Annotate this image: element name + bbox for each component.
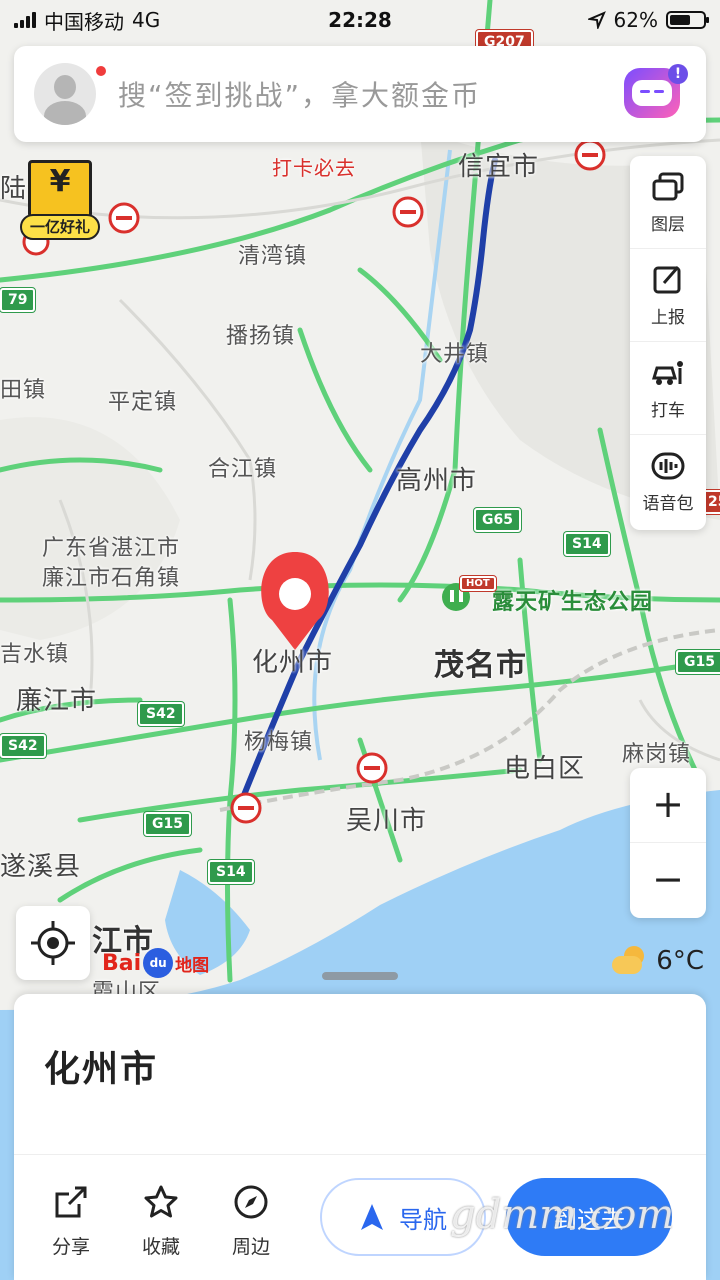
map-label: 廉江市石角镇 (42, 566, 181, 591)
layers-label: 图层 (651, 214, 685, 235)
favorite-button[interactable]: 收藏 (126, 1184, 196, 1259)
star-icon (144, 1185, 178, 1218)
battery-icon (666, 11, 709, 29)
layers-button[interactable]: 图层 (630, 156, 706, 249)
map-label: 广东省湛江市 (42, 536, 181, 561)
share-label: 分享 (51, 1236, 90, 1258)
road-shield: 79 (0, 288, 36, 312)
report-button[interactable]: 上报 (630, 249, 706, 342)
divider (14, 1154, 706, 1155)
map-label-selected: 化州市 (252, 648, 334, 678)
map-label: 大井镇 (420, 342, 490, 367)
map-label-hot-spot: 打卡必去 (272, 156, 356, 180)
compass-icon (234, 1185, 268, 1219)
map-label: 合江镇 (208, 457, 278, 482)
layers-icon (652, 172, 684, 200)
map-label: 茂名市 (434, 648, 527, 683)
temperature: 6°C (656, 946, 704, 976)
search-bar[interactable]: 搜“签到挑战”，拿大额金币 ! (14, 46, 706, 142)
partly-cloudy-icon (612, 946, 648, 976)
notification-dot (94, 64, 108, 78)
voice-pack-button[interactable]: 语音包 (630, 435, 706, 528)
map-label: 遂溪县 (0, 852, 82, 882)
map-label: 信宜市 (458, 152, 540, 182)
share-button[interactable]: 分享 (36, 1184, 106, 1259)
nearby-label: 周边 (231, 1236, 270, 1258)
report-label: 上报 (651, 307, 685, 328)
map-label: 高州市 (396, 466, 478, 496)
hot-badge: HOT (460, 576, 496, 591)
taxi-button[interactable]: 打车 (630, 342, 706, 435)
road-shield: G15 (676, 650, 720, 674)
road-shield: G65 (474, 508, 521, 532)
status-bar: 中国移动 4G 22:28 62% (0, 0, 720, 40)
watermark: gdmm.com (450, 1192, 675, 1238)
road-shield: S42 (0, 734, 46, 758)
map-label: 清湾镇 (238, 244, 308, 269)
map-toolbar: 图层 上报 打车 语音包 (630, 156, 706, 530)
report-icon (653, 265, 681, 293)
promo-label: 一亿好礼 (20, 214, 100, 240)
battery-percent: 62% (613, 8, 658, 32)
navigation-arrow-icon (361, 1204, 383, 1230)
taxi-icon (651, 360, 683, 385)
map-label: 廉江市 (16, 686, 98, 716)
road-shield: G15 (144, 812, 191, 836)
taxi-label: 打车 (651, 400, 685, 421)
location-arrow-icon (587, 11, 606, 29)
map-label: 播扬镇 (226, 324, 296, 349)
map-label: 平定镇 (108, 390, 178, 415)
favorite-label: 收藏 (141, 1236, 180, 1258)
share-icon (55, 1186, 87, 1218)
map-label: 麻岗镇 (622, 742, 692, 767)
voice-pack-icon (651, 452, 685, 480)
navigate-label: 导航 (399, 1205, 447, 1234)
nearby-button[interactable]: 周边 (216, 1184, 286, 1259)
logo-text: Bai (102, 950, 142, 976)
sheet-drag-handle[interactable] (322, 972, 398, 980)
paw-icon: du (143, 948, 174, 978)
map-label: 电白区 (504, 754, 586, 784)
map-label: 吴川市 (346, 806, 428, 836)
avatar[interactable] (34, 63, 96, 125)
zoom-in-button[interactable]: + (630, 768, 706, 843)
map-label: 田镇 (0, 378, 47, 403)
logo-suffix: 地图 (175, 955, 210, 976)
promo-gift-button[interactable]: ¥ 一亿好礼 (20, 160, 100, 242)
road-shield: S42 (138, 702, 184, 726)
yen-icon: ¥ (49, 164, 71, 199)
road-shield: S14 (564, 532, 610, 556)
place-name: 化州市 (44, 1049, 159, 1090)
map-label: 吉水镇 (0, 642, 70, 667)
voice-pack-label: 语音包 (642, 494, 694, 514)
zoom-control: + − (630, 768, 706, 918)
baidu-map-logo: Bai du 地图 (102, 948, 209, 978)
map-label: 杨梅镇 (244, 730, 314, 755)
zoom-out-button[interactable]: − (630, 843, 706, 918)
search-input[interactable]: 搜“签到挑战”，拿大额金币 (118, 74, 481, 114)
road-shield: S14 (208, 860, 254, 884)
map-label-park: 露天矿生态公园 (492, 590, 654, 615)
locate-button[interactable] (16, 906, 90, 980)
assistant-badge: ! (668, 64, 688, 84)
crosshair-icon (31, 921, 75, 965)
weather-widget[interactable]: 6°C (612, 946, 704, 976)
